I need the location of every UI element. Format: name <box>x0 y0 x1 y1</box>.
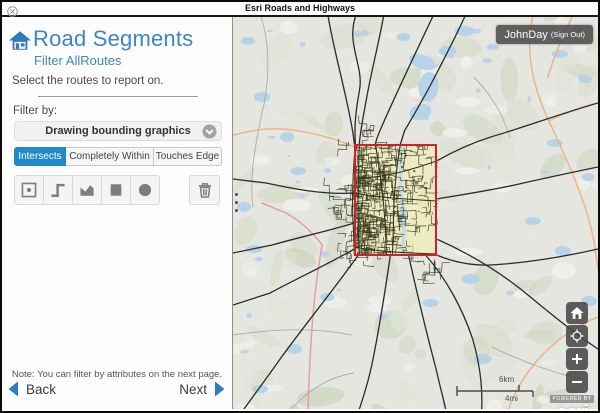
titlebar: Esri Roads and Highways <box>2 2 598 17</box>
window-title: Esri Roads and Highways <box>2 3 598 13</box>
page-title: Road Segments <box>33 26 193 52</box>
next-button[interactable]: Next <box>179 381 226 397</box>
filter-mode-dropdown[interactable]: Drawing bounding graphics <box>14 121 222 141</box>
draw-circle-button[interactable] <box>130 175 160 205</box>
chevron-right-icon <box>214 381 226 397</box>
filter-tabs: Intersects Completely Within Touches Edg… <box>14 147 222 166</box>
home-button[interactable] <box>566 302 588 324</box>
trash-icon <box>196 181 214 199</box>
tab-completely-within[interactable]: Completely Within <box>66 147 154 166</box>
point-icon <box>20 181 38 199</box>
tab-touches-edge[interactable]: Touches Edge <box>154 147 222 166</box>
dropdown-value: Drawing bounding graphics <box>45 125 190 137</box>
sign-out-label: (Sign Out) <box>551 30 585 39</box>
map-canvas[interactable]: JohnDay (Sign Out) <box>233 17 598 409</box>
user-name: JohnDay <box>504 29 547 41</box>
plus-icon <box>570 352 584 366</box>
draw-point-button[interactable] <box>14 175 44 205</box>
side-panel: Road Segments Filter AllRoutes Select th… <box>2 17 233 409</box>
home-icon <box>8 30 32 51</box>
page-subtitle: Filter AllRoutes <box>34 53 121 68</box>
draw-polygon-button[interactable] <box>72 175 102 205</box>
tab-intersects[interactable]: Intersects <box>14 147 66 166</box>
next-label: Next <box>179 382 207 397</box>
back-button[interactable]: Back <box>7 381 56 397</box>
locate-icon <box>569 328 585 344</box>
panel-note: Note: You can filter by attributes on th… <box>2 369 232 380</box>
polygon-icon <box>78 181 96 199</box>
draw-polyline-button[interactable] <box>43 175 73 205</box>
draw-toolbar <box>14 175 222 205</box>
user-button[interactable]: JohnDay (Sign Out) <box>496 25 593 44</box>
divider <box>38 96 198 97</box>
map-controls <box>566 302 588 393</box>
panel-description: Select the routes to report on. <box>12 75 164 87</box>
polyline-icon <box>49 181 67 199</box>
back-label: Back <box>26 382 56 397</box>
chevron-down-icon <box>202 124 217 139</box>
zoom-in-button[interactable] <box>566 348 588 370</box>
home-extent-icon <box>569 305 585 321</box>
selection-rectangle <box>354 144 437 256</box>
filter-by-label: Filter by: <box>13 105 57 117</box>
app-window: Esri Roads and Highways Road Segments Fi… <box>0 0 600 413</box>
locate-button[interactable] <box>566 325 588 347</box>
chevron-left-icon <box>7 381 19 397</box>
rectangle-icon <box>107 181 125 199</box>
circle-icon <box>136 181 154 199</box>
panel-drag-handle[interactable] <box>235 193 238 212</box>
draw-rectangle-button[interactable] <box>101 175 131 205</box>
esri-attribution[interactable]: POWERED BY esri <box>548 387 596 409</box>
delete-graphics-button[interactable] <box>189 175 220 205</box>
esri-logo: esri <box>548 405 596 409</box>
